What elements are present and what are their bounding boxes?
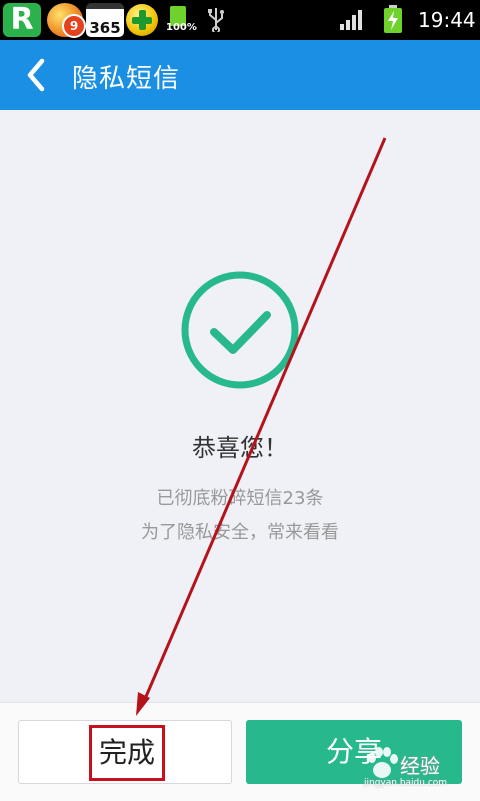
battery-charging-icon xyxy=(384,5,402,33)
result-message-line1: 已彻底粉碎短信23条 xyxy=(156,488,324,509)
success-headline: 恭喜您！ xyxy=(192,434,288,462)
back-chevron-icon xyxy=(27,58,45,92)
calendar-365-icon: 365 xyxy=(86,3,124,37)
done-button-label: 完成 xyxy=(89,725,165,781)
plus-app-icon xyxy=(126,4,158,36)
title-bar: 隐私短信 xyxy=(0,40,480,110)
notification-badge: 9 xyxy=(62,14,86,38)
r-app-icon: R xyxy=(3,3,41,37)
share-button[interactable]: 分享 xyxy=(246,720,462,784)
clock: 19:44 xyxy=(418,8,476,32)
signal-icon xyxy=(340,10,362,30)
page-title: 隐私短信 xyxy=(72,64,181,94)
done-button[interactable]: 完成 xyxy=(18,720,232,784)
status-bar: R 9 365 100% 19:44 xyxy=(0,0,480,40)
usb-icon xyxy=(208,8,224,32)
back-button[interactable] xyxy=(18,56,54,94)
bottom-action-bar: 完成 分享 xyxy=(0,702,480,801)
battery-percent: 100% xyxy=(166,22,197,33)
result-message-line2: 为了隐私安全，常来看看 xyxy=(141,522,339,543)
annotation-arrow xyxy=(136,137,387,716)
check-circle-icon xyxy=(181,271,299,389)
